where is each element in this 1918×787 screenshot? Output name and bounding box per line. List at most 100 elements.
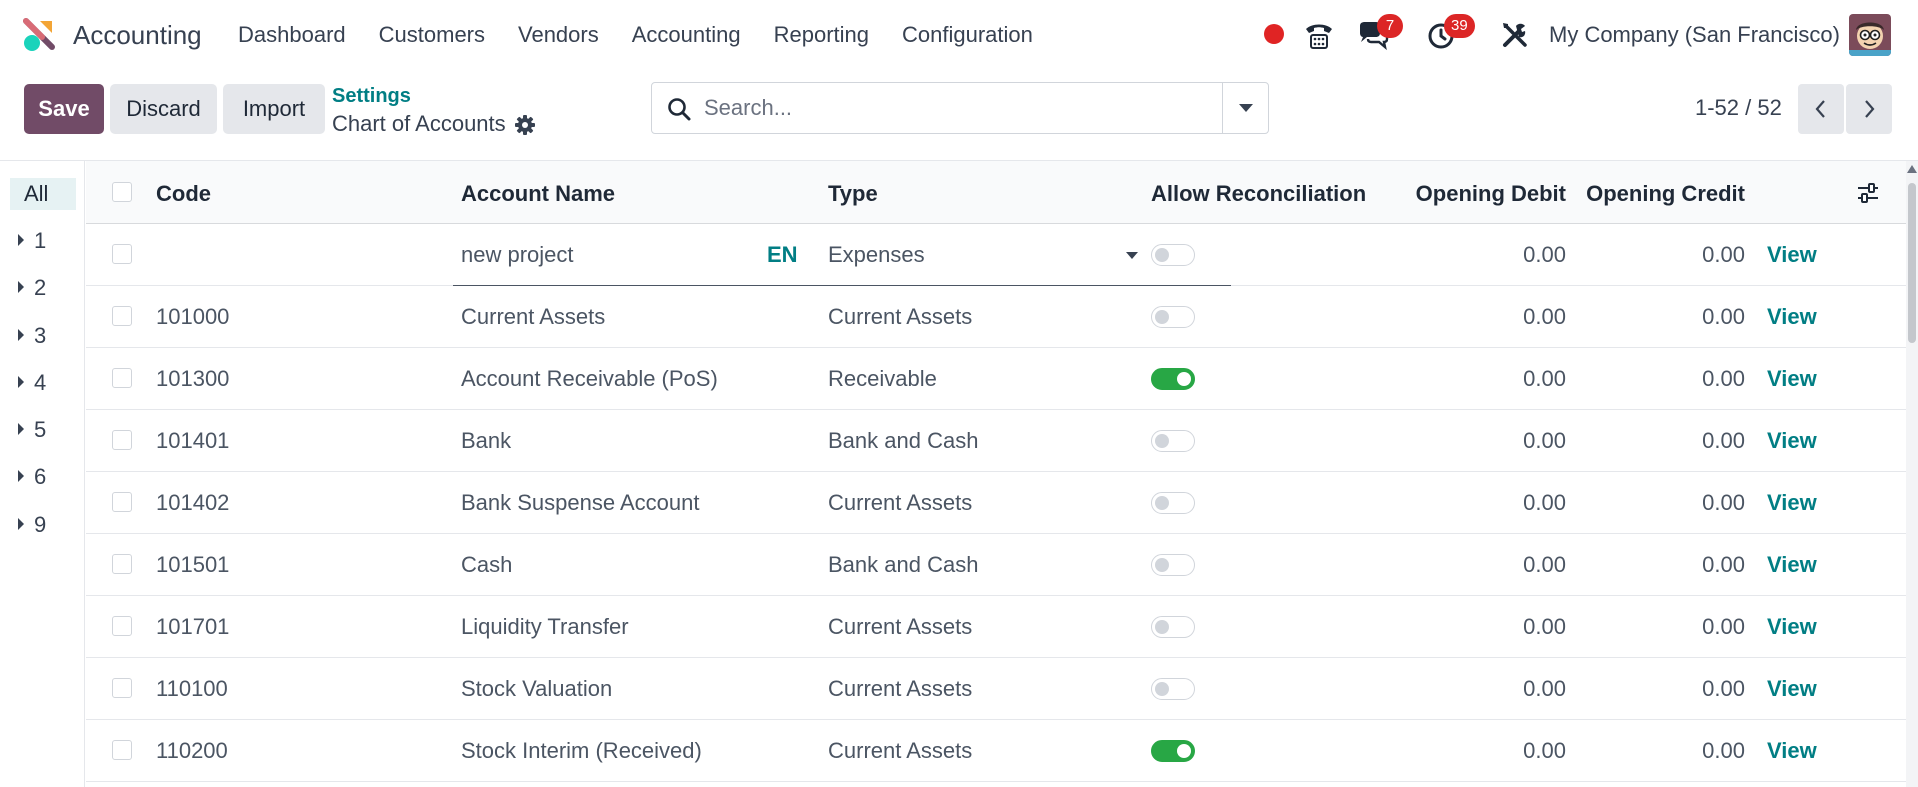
- cell-opening-debit[interactable]: 0.00: [1366, 410, 1566, 471]
- user-avatar[interactable]: [1849, 14, 1891, 56]
- column-opening-debit[interactable]: Opening Debit: [1366, 161, 1566, 224]
- gear-icon[interactable]: [514, 114, 536, 136]
- row-checkbox[interactable]: [112, 244, 132, 264]
- import-button[interactable]: Import: [223, 84, 325, 134]
- table-row[interactable]: 110200 Stock Interim (Received) Current As…: [86, 720, 1906, 782]
- row-checkbox[interactable]: [112, 306, 132, 326]
- group-item-3[interactable]: 3: [18, 321, 46, 351]
- cell-opening-credit[interactable]: 0.00: [1546, 472, 1745, 533]
- scrollbar[interactable]: [1906, 161, 1918, 787]
- scroll-up-arrow-icon[interactable]: [1907, 165, 1917, 173]
- menu-configuration[interactable]: Configuration: [902, 0, 1033, 70]
- view-button[interactable]: View: [1767, 472, 1817, 533]
- app-name[interactable]: Accounting: [73, 18, 202, 52]
- cell-opening-credit[interactable]: 0.00: [1546, 658, 1745, 719]
- cell-name[interactable]: new project: [461, 224, 574, 285]
- menu-dashboard[interactable]: Dashboard: [238, 0, 346, 70]
- table-row[interactable]: 101000 Current Assets Current Assets 0.00 0.…: [86, 286, 1906, 348]
- view-button[interactable]: View: [1767, 224, 1817, 285]
- column-type[interactable]: Type: [828, 161, 878, 224]
- cell-opening-debit[interactable]: 0.00: [1366, 658, 1566, 719]
- group-item-4[interactable]: 4: [18, 368, 46, 398]
- select-all-checkbox[interactable]: [112, 182, 132, 202]
- reconcile-toggle[interactable]: [1151, 430, 1195, 452]
- search-input[interactable]: [704, 91, 1204, 125]
- optional-columns-icon[interactable]: [1856, 182, 1880, 204]
- table-row[interactable]: 101501 Cash Bank and Cash 0.00 0.00 View: [86, 534, 1906, 596]
- menu-customers[interactable]: Customers: [379, 0, 485, 70]
- reconcile-toggle[interactable]: [1151, 616, 1195, 638]
- group-item-6[interactable]: 6: [18, 462, 46, 492]
- recording-dot-icon[interactable]: [1264, 24, 1284, 44]
- cell-opening-debit[interactable]: 0.00: [1366, 286, 1566, 347]
- cell-opening-debit[interactable]: 0.00: [1366, 472, 1566, 533]
- breadcrumb-settings[interactable]: Settings: [332, 84, 411, 108]
- view-button[interactable]: View: [1767, 658, 1817, 719]
- save-button[interactable]: Save: [24, 84, 104, 134]
- cell-opening-credit[interactable]: 0.00: [1546, 596, 1745, 657]
- cell-opening-credit[interactable]: 0.00: [1546, 534, 1745, 595]
- view-button[interactable]: View: [1767, 596, 1817, 657]
- tools-icon[interactable]: [1498, 18, 1532, 52]
- cell-opening-debit[interactable]: 0.00: [1366, 348, 1566, 409]
- column-allow-reconciliation[interactable]: Allow Reconciliation: [1151, 161, 1366, 224]
- row-checkbox[interactable]: [112, 430, 132, 450]
- table-row[interactable]: 101402 Bank Suspense Account Current Asset…: [86, 472, 1906, 534]
- reconcile-toggle[interactable]: [1151, 492, 1195, 514]
- search-options-toggle[interactable]: [1222, 83, 1268, 133]
- reconcile-toggle[interactable]: [1151, 306, 1195, 328]
- cell-opening-debit[interactable]: 0.00: [1366, 596, 1566, 657]
- cell-opening-credit[interactable]: 0.00: [1546, 224, 1745, 285]
- discard-button[interactable]: Discard: [110, 84, 217, 134]
- cell-opening-credit[interactable]: 0.00: [1546, 720, 1745, 781]
- reconcile-toggle[interactable]: [1151, 244, 1195, 266]
- language-button[interactable]: EN: [767, 224, 798, 285]
- view-button[interactable]: View: [1767, 534, 1817, 595]
- pager-previous-button[interactable]: [1798, 84, 1844, 134]
- column-opening-credit[interactable]: Opening Credit: [1546, 161, 1745, 224]
- column-account-name[interactable]: Account Name: [461, 161, 615, 224]
- row-checkbox[interactable]: [112, 678, 132, 698]
- view-button[interactable]: View: [1767, 348, 1817, 409]
- cell-opening-credit[interactable]: 0.00: [1546, 286, 1745, 347]
- reconcile-toggle[interactable]: [1151, 740, 1195, 762]
- pager-value[interactable]: 1-52 / 52: [1695, 94, 1782, 122]
- pager-next-button[interactable]: [1846, 84, 1892, 134]
- table-row-new[interactable]: new project Expenses 0.00 0.00 View EN: [86, 224, 1906, 287]
- menu-reporting[interactable]: Reporting: [774, 0, 869, 70]
- group-item-1[interactable]: 1: [18, 226, 46, 256]
- group-item-9[interactable]: 9: [18, 510, 46, 540]
- group-item-5[interactable]: 5: [18, 415, 46, 445]
- view-button[interactable]: View: [1767, 410, 1817, 471]
- apps-logo-icon[interactable]: [22, 17, 58, 53]
- table-row[interactable]: 101300 Account Receivable (PoS) Receivable…: [86, 348, 1906, 410]
- row-checkbox[interactable]: [112, 492, 132, 512]
- row-checkbox[interactable]: [112, 554, 132, 574]
- reconcile-toggle[interactable]: [1151, 368, 1195, 390]
- view-button[interactable]: View: [1767, 286, 1817, 347]
- cell-opening-debit[interactable]: 0.00: [1366, 720, 1566, 781]
- table-row[interactable]: 101401 Bank Bank and Cash 0.00 0.00 View: [86, 410, 1906, 472]
- table-row[interactable]: 101701 Liquidity Transfer Current Assets 0.…: [86, 596, 1906, 658]
- row-checkbox[interactable]: [112, 368, 132, 388]
- menu-accounting[interactable]: Accounting: [632, 0, 741, 70]
- cell-opening-credit[interactable]: 0.00: [1546, 348, 1745, 409]
- cell-opening-debit[interactable]: 0.00: [1366, 534, 1566, 595]
- cell-opening-credit[interactable]: 0.00: [1546, 410, 1745, 471]
- type-dropdown-caret-icon[interactable]: [1126, 252, 1138, 259]
- cell-type[interactable]: Expenses: [828, 224, 925, 285]
- group-item-2[interactable]: 2: [18, 273, 46, 303]
- view-button[interactable]: View: [1767, 720, 1817, 781]
- company-switcher[interactable]: My Company (San Francisco): [1549, 18, 1840, 52]
- group-all[interactable]: All: [10, 178, 76, 210]
- row-checkbox[interactable]: [112, 616, 132, 636]
- reconcile-toggle[interactable]: [1151, 554, 1195, 576]
- menu-vendors[interactable]: Vendors: [518, 0, 599, 70]
- table-row[interactable]: 110100 Stock Valuation Current Assets 0.00 0…: [86, 658, 1906, 720]
- column-code[interactable]: Code: [156, 161, 211, 224]
- scroll-thumb[interactable]: [1908, 183, 1916, 343]
- cell-opening-debit[interactable]: 0.00: [1366, 224, 1566, 285]
- row-checkbox[interactable]: [112, 740, 132, 760]
- phone-icon[interactable]: [1302, 18, 1336, 52]
- reconcile-toggle[interactable]: [1151, 678, 1195, 700]
